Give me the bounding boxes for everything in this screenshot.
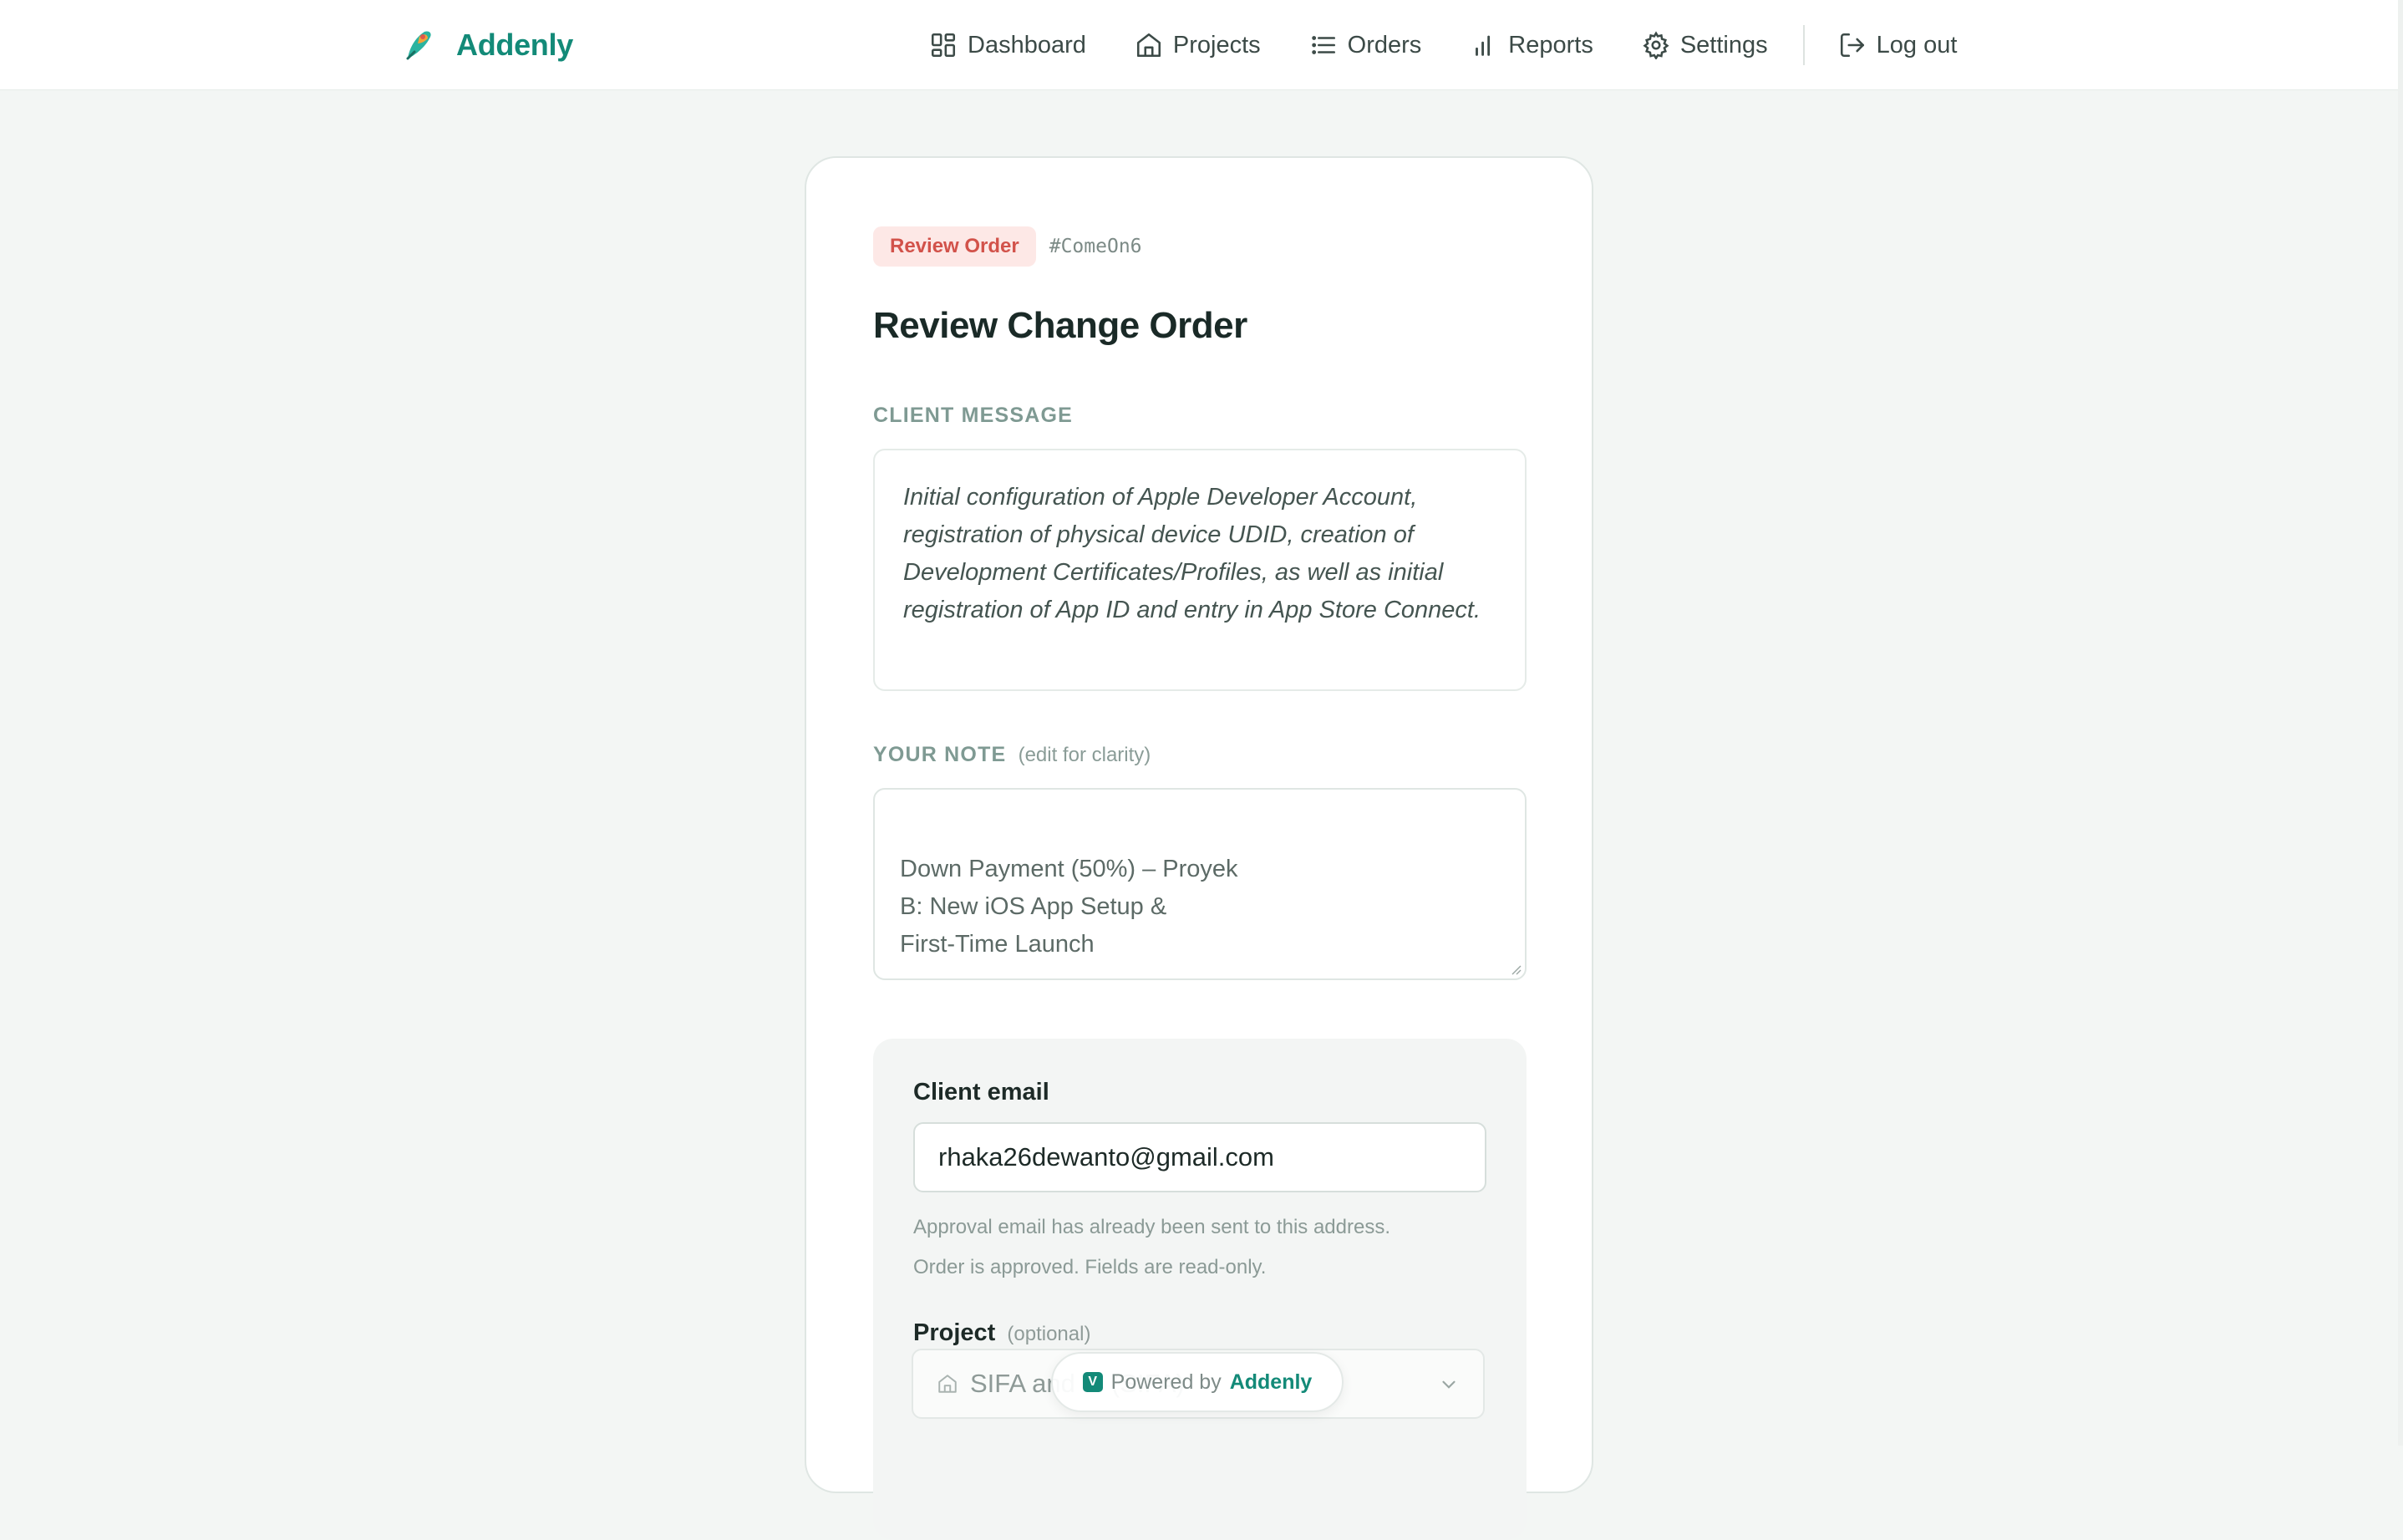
top-navigation-bar: Addenly Dashboard Projects Orders Report… xyxy=(0,0,2403,90)
powered-by-brand: Addenly xyxy=(1229,1370,1313,1394)
page-scrollbar[interactable] xyxy=(2398,0,2403,1446)
resize-handle-icon[interactable] xyxy=(1508,962,1522,975)
logout-icon xyxy=(1840,33,1864,58)
note-hint: (edit for clarity) xyxy=(1018,744,1151,766)
home-icon xyxy=(938,1375,957,1393)
order-code: #ComeOn6 xyxy=(1049,236,1142,257)
powered-by-text: Powered by xyxy=(1110,1370,1222,1394)
list-icon xyxy=(1311,36,1335,54)
main-nav: Dashboard Projects Orders Reports Settin… xyxy=(929,20,1957,70)
page-title: Review Change Order xyxy=(873,305,1247,346)
client-email-value: rhaka26dewanto@gmail.com xyxy=(938,1142,1274,1172)
note-text: Down Payment (50%) – Proyek B: New iOS A… xyxy=(900,856,1238,958)
bar-chart-icon xyxy=(1476,35,1491,56)
client-message-label: CLIENT MESSAGE xyxy=(873,404,1074,427)
brand-name: Addenly xyxy=(456,28,573,62)
order-tag-row: Review Order #ComeOn6 xyxy=(873,226,1142,267)
brand-logo-icon xyxy=(406,31,431,60)
nav-item-dashboard[interactable]: Dashboard xyxy=(929,31,1086,59)
note-label-text: YOUR NOTE xyxy=(873,743,1007,766)
nav-item-settings[interactable]: Settings xyxy=(1642,31,1768,59)
chevron-down-icon xyxy=(1442,1380,1456,1389)
project-optional-hint: (optional) xyxy=(1007,1323,1091,1345)
client-message: Initial configuration of Apple Developer… xyxy=(873,449,1527,691)
project-label-text: Project xyxy=(913,1319,996,1346)
nav-label-projects: Projects xyxy=(1172,31,1261,58)
nav-item-orders[interactable]: Orders xyxy=(1309,31,1422,59)
nav-label-settings: Settings xyxy=(1679,31,1768,58)
verified-badge-icon: V xyxy=(1082,1372,1103,1392)
project-label: Project (optional) xyxy=(913,1319,1090,1347)
powered-by-badge[interactable]: V Powered by Addenly xyxy=(1051,1352,1344,1412)
review-order-card: Review Order #ComeOn6 Review Change Orde… xyxy=(805,156,1593,1540)
dashboard-grid-icon xyxy=(931,33,956,58)
nav-item-projects[interactable]: Projects xyxy=(1135,31,1261,59)
gear-icon xyxy=(1643,31,1669,59)
logout-label: Log out xyxy=(1876,31,1958,58)
approval-sent-help: Approval email has already been sent to … xyxy=(913,1216,1390,1238)
read-only-help: Order is approved. Fields are read-only. xyxy=(913,1256,1267,1278)
logout-button[interactable]: Log out xyxy=(1838,31,1958,59)
note-label: YOUR NOTE (edit for clarity) xyxy=(873,743,1151,767)
status-badge: Review Order xyxy=(873,226,1036,267)
nav-item-reports[interactable]: Reports xyxy=(1470,31,1593,59)
home-icon xyxy=(1136,33,1161,58)
note-textarea[interactable]: Down Payment (50%) – Proyek B: New iOS A… xyxy=(873,788,1527,980)
client-email-label: Client email xyxy=(913,1079,1049,1105)
nav-label-orders: Orders xyxy=(1347,31,1422,58)
nav-divider xyxy=(1802,25,1805,65)
nav-label-dashboard: Dashboard xyxy=(968,31,1086,58)
client-details-panel: Client email rhaka26dewanto@gmail.com Ap… xyxy=(873,1039,1527,1540)
brand[interactable]: Addenly xyxy=(401,22,573,69)
client-email-field[interactable]: rhaka26dewanto@gmail.com xyxy=(913,1122,1486,1192)
nav-label-reports: Reports xyxy=(1508,31,1593,58)
